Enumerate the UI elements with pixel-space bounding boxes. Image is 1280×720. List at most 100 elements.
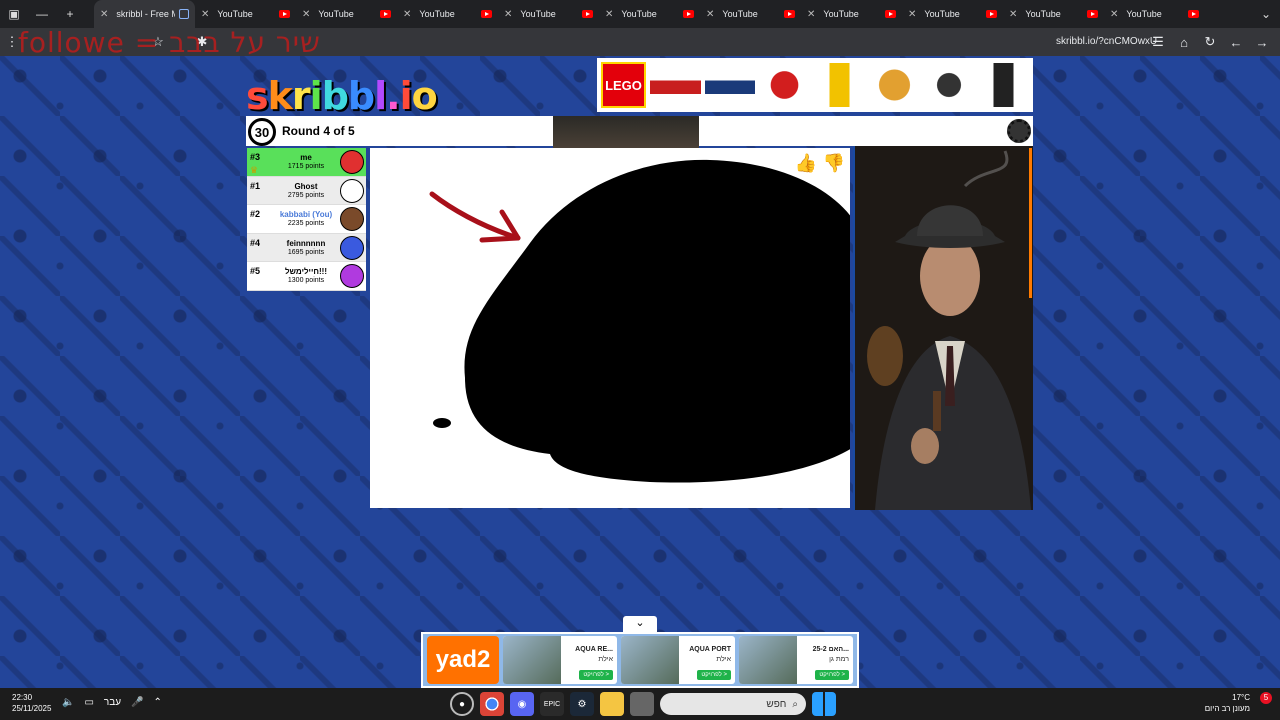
ad-card-cta-button[interactable]: לפרויקט >: [579, 670, 613, 680]
volume-icon[interactable]: 🔈: [62, 697, 74, 708]
youtube-icon: [481, 10, 492, 18]
browser-tab[interactable]: ✕ YouTube: [397, 0, 498, 28]
portrait-scrollbar[interactable]: [1029, 148, 1032, 298]
address-bar-url[interactable]: skribbl.io/?cnCMOwxU: [1056, 36, 1157, 47]
youtube-icon: [885, 10, 896, 18]
tab-label: YouTube: [419, 9, 455, 19]
player-row[interactable]: #4 feinnnnnn 1695 points: [247, 233, 366, 263]
browser-tab[interactable]: ✕ YouTube: [801, 0, 902, 28]
browser-tab[interactable]: ✕ skribbl - Free M: [94, 0, 195, 28]
browser-tab[interactable]: ✕ YouTube: [296, 0, 397, 28]
ad-card-title: AQUA PORT: [689, 646, 731, 653]
file-explorer-icon[interactable]: [600, 692, 624, 716]
thumbs-up-icon[interactable]: 👍: [794, 151, 818, 175]
player-points: 1300 points: [287, 277, 325, 285]
ad-product-cat-icon: [978, 63, 1029, 107]
windows-start-icon[interactable]: [812, 692, 836, 716]
ad-card[interactable]: AQUA RE... אילת לפרויקט >: [503, 636, 617, 684]
youtube-icon: [784, 10, 795, 18]
close-tab-icon[interactable]: ✕: [403, 9, 411, 20]
tab-list-chevron-icon[interactable]: ⌄: [1252, 0, 1280, 28]
player-name: חיילימשל!!!: [284, 267, 327, 277]
notification-badge[interactable]: 5: [1260, 692, 1272, 704]
player-row[interactable]: #1 Ghost 2795 points: [247, 176, 366, 206]
close-tab-icon[interactable]: ✕: [807, 9, 815, 20]
player-row[interactable]: #5 חיילימשל!!! 1300 points: [247, 262, 366, 291]
close-tab-icon[interactable]: ✕: [201, 9, 209, 20]
weather-temp: 17°C: [1232, 693, 1250, 702]
taskbar-search[interactable]: חפש ⌕: [660, 693, 806, 715]
clock[interactable]: 22:30 25/11/2025: [12, 692, 51, 714]
tab-label: skribbl - Free M: [116, 9, 175, 19]
ad-card-location: אילת: [716, 656, 731, 663]
thumbs-down-icon[interactable]: 👎: [822, 151, 846, 175]
round-timer: 30: [248, 118, 276, 146]
youtube-icon: [683, 10, 694, 18]
browser-tab[interactable]: ✕ YouTube: [599, 0, 700, 28]
youtube-icon: [1087, 10, 1098, 18]
site-settings-icon[interactable]: ☰: [1146, 30, 1170, 54]
browser-tab[interactable]: ✕ YouTube: [1104, 0, 1205, 28]
browser-tab[interactable]: ✕ YouTube: [195, 0, 296, 28]
epic-games-icon[interactable]: EPIC: [540, 692, 564, 716]
chevron-down-icon[interactable]: ⌄: [623, 616, 657, 632]
language-indicator[interactable]: עבר: [104, 697, 121, 708]
ad-card-image: [739, 636, 797, 684]
ad-card[interactable]: 25-2 האם... רמת גן לפרויקט >: [739, 636, 853, 684]
windows-taskbar: 22:30 25/11/2025 🔈 ▭ עבר 🎤 ⌃ ● ◉ EPIC ⚙ …: [0, 688, 1280, 720]
weather-widget[interactable]: 17°C מעונן רב היום: [1205, 692, 1250, 714]
recording-app-icon[interactable]: ●: [450, 692, 474, 716]
word-hint-image: [553, 116, 699, 148]
close-tab-icon[interactable]: ✕: [908, 9, 916, 20]
steam-icon[interactable]: ⚙: [570, 692, 594, 716]
search-icon: ⌕: [792, 698, 798, 710]
player-avatar: [340, 178, 364, 203]
close-tab-icon[interactable]: ✕: [302, 9, 310, 20]
ad-product-car-icon: [704, 63, 756, 107]
ad-card-cta-button[interactable]: לפרויקט >: [697, 670, 731, 680]
player-row[interactable]: #2 kabbabi (You) 2235 points: [247, 205, 366, 234]
tab-label: YouTube: [621, 9, 657, 19]
network-icon[interactable]: ▭: [84, 697, 93, 708]
browser-tab[interactable]: ✕ YouTube: [1003, 0, 1104, 28]
bottom-ad-banner[interactable]: yad2 AQUA RE... אילת לפרויקט > AQUA PORT איל…: [421, 632, 859, 688]
forward-icon[interactable]: →: [1250, 30, 1274, 54]
close-tab-icon[interactable]: ✕: [706, 9, 714, 20]
ad-portrait-image[interactable]: [853, 146, 1033, 510]
tab-label: YouTube: [520, 9, 556, 19]
round-indicator: Round 4 of 5: [282, 124, 355, 138]
browser-tab[interactable]: ✕ YouTube: [498, 0, 599, 28]
browser-tab[interactable]: ✕ YouTube: [902, 0, 1003, 28]
ad-card-cta-button[interactable]: לפרויקט >: [815, 670, 849, 680]
player-points: 2235 points: [287, 220, 325, 228]
player-avatar: [340, 235, 364, 260]
close-tab-icon[interactable]: ✕: [100, 9, 108, 20]
microphone-icon[interactable]: 🎤: [131, 697, 143, 708]
close-tab-icon[interactable]: ✕: [1009, 9, 1017, 20]
close-tab-icon[interactable]: ✕: [504, 9, 512, 20]
tab-search-icon[interactable]: ▣: [0, 0, 28, 28]
new-tab-button[interactable]: +: [56, 0, 84, 28]
ad-product-motorbike-icon: [759, 63, 811, 107]
top-ad-banner[interactable]: LEGO: [597, 58, 1033, 112]
discord-icon[interactable]: ◉: [510, 692, 534, 716]
browser-tab[interactable]: ✕ YouTube: [700, 0, 801, 28]
player-rank: #3: [250, 152, 261, 162]
tab-label: YouTube: [722, 9, 758, 19]
home-icon[interactable]: ⌂: [1172, 30, 1196, 54]
close-tab-icon[interactable]: ✕: [605, 9, 613, 20]
back-icon[interactable]: ←: [1224, 30, 1248, 54]
app-window-icon[interactable]: [630, 692, 654, 716]
reload-icon[interactable]: ↻: [1198, 30, 1222, 54]
chevron-up-icon[interactable]: ⌃: [154, 697, 162, 708]
player-row[interactable]: #3 me 1715 points ♛: [247, 148, 366, 177]
chrome-icon[interactable]: [480, 692, 504, 716]
settings-gear-icon[interactable]: [1007, 119, 1031, 143]
logo-letter: o: [411, 74, 438, 118]
ad-card[interactable]: AQUA PORT אילת לפרויקט >: [621, 636, 735, 684]
drawing-canvas[interactable]: 👍 👎: [370, 148, 850, 508]
ad-product-motorbike-icon: [923, 63, 975, 107]
minimize-icon[interactable]: —: [28, 0, 56, 28]
player-name: feinnnnnn: [286, 238, 326, 248]
close-tab-icon[interactable]: ✕: [1110, 9, 1118, 20]
